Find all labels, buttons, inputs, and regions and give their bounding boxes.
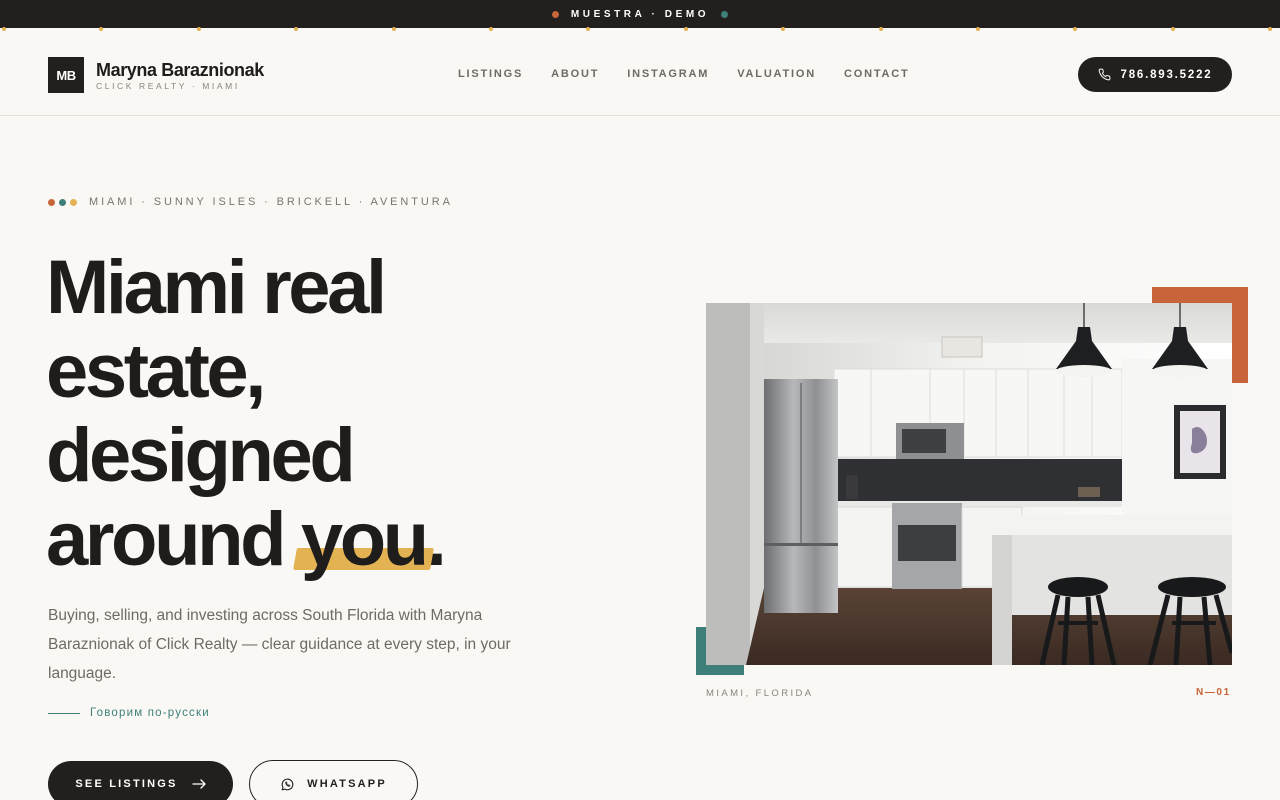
hero-headline: Miami real estate, designed around you. (46, 246, 606, 582)
site-header: MB Maryna Baraznionak CLICK REALTY · MIA… (0, 33, 1280, 116)
divider-line (48, 712, 80, 714)
decorative-dot (99, 27, 103, 31)
photo-caption-number: N—01 (1196, 687, 1231, 698)
yellow-dot-icon (70, 198, 77, 206)
decorative-dot (197, 27, 201, 31)
main-nav: LISTINGS ABOUT INSTAGRAM VALUATION CONTA… (458, 68, 910, 80)
decorative-dot (781, 27, 785, 31)
phone-button[interactable]: 786.893.5222 (1078, 57, 1232, 92)
headline-line-4: around you. (46, 498, 606, 582)
nav-item-about[interactable]: ABOUT (551, 68, 599, 80)
decorative-dot (879, 27, 883, 31)
decorative-dot (586, 27, 590, 31)
whatsapp-icon (281, 778, 294, 790)
nav-item-listings[interactable]: LISTINGS (458, 68, 523, 80)
phone-icon (1098, 68, 1110, 81)
see-listings-label: SEE LISTINGS (75, 778, 178, 790)
headline-line-1: Miami real (46, 245, 387, 330)
nav-item-instagram[interactable]: INSTAGRAM (627, 68, 709, 80)
nav-item-contact[interactable]: CONTACT (844, 68, 910, 80)
location-eyebrow: MIAMI · SUNNY ISLES · BRICKELL · AVENTUR… (48, 196, 453, 208)
eyebrow-dots (48, 198, 77, 206)
brand-subtitle: CLICK REALTY · MIAMI (96, 81, 240, 91)
teal-dot-icon (721, 10, 729, 18)
headline-highlight: you (300, 497, 429, 582)
decorative-dot (1171, 27, 1175, 31)
hero-description: Buying, selling, and investing across So… (48, 607, 511, 682)
arrow-right-icon (191, 779, 206, 789)
whatsapp-button[interactable]: WHATSAPP (249, 760, 418, 800)
eyebrow-text: MIAMI · SUNNY ISLES · BRICKELL · AVENTUR… (89, 196, 453, 208)
headline-line-2: estate, (46, 329, 266, 414)
teal-dot-icon (59, 198, 66, 206)
russian-language-note: Говорим по-русски (48, 707, 210, 719)
whatsapp-label: WHATSAPP (307, 778, 387, 790)
decorative-dot (684, 27, 688, 31)
headline-line-3: designed (46, 413, 356, 498)
logo-mark[interactable]: MB (48, 57, 84, 93)
headline-word-around: around (46, 497, 301, 582)
photo-caption-location: MIAMI, FLORIDA (706, 688, 814, 699)
decorative-dot (976, 27, 980, 31)
announcement-bar: MUESTRA · DEMO (0, 0, 1280, 28)
decorative-dot (294, 27, 298, 31)
decorative-dot (489, 27, 493, 31)
brand-name[interactable]: Maryna Baraznionak (96, 60, 264, 81)
kitchen-interior-photo (706, 303, 1232, 665)
russian-label: Говорим по-русски (90, 707, 210, 719)
phone-number: 786.893.5222 (1120, 68, 1213, 81)
decorative-dot (1073, 27, 1077, 31)
announcement-label: MUESTRA · DEMO (570, 8, 710, 20)
decorative-dot (2, 27, 6, 31)
nav-item-valuation[interactable]: VALUATION (737, 68, 816, 80)
orange-dot-icon (48, 198, 55, 206)
decorative-dot (392, 27, 396, 31)
decorative-dot (1268, 27, 1272, 31)
orange-dot-icon (551, 10, 559, 18)
see-listings-button[interactable]: SEE LISTINGS (48, 761, 233, 800)
